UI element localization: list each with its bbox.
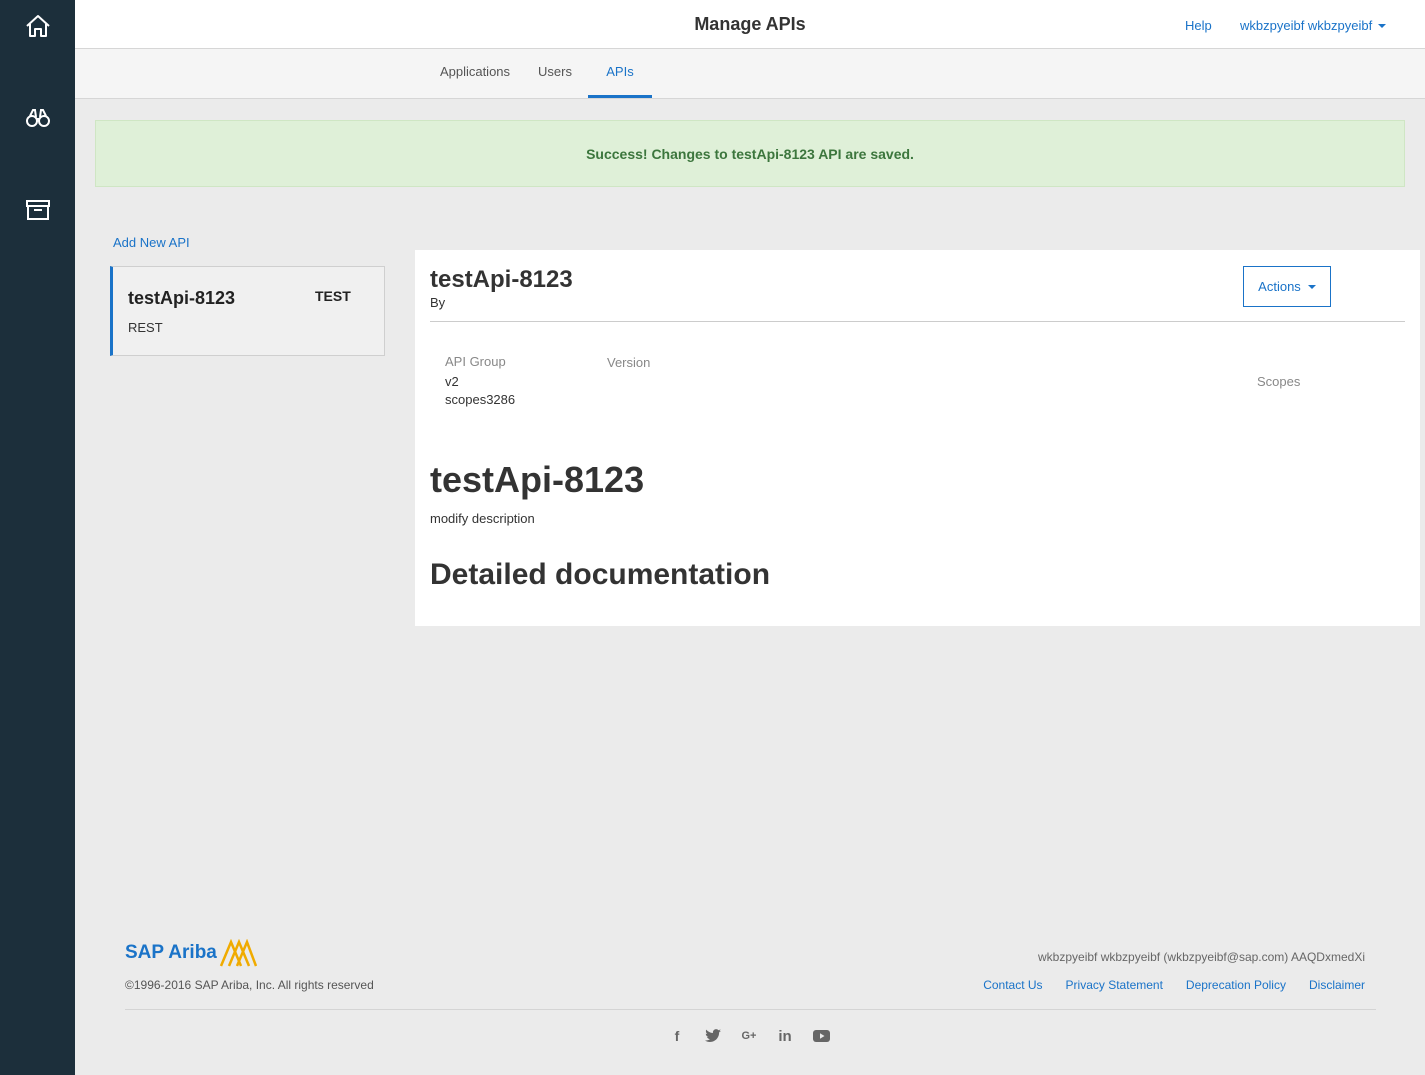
sap-ariba-logo: SAP Ariba [125,939,257,967]
top-bar: Manage APIs Help wkbzpyeibf wkbzpyeibf [75,0,1425,49]
facebook-icon[interactable]: f [668,1027,686,1045]
footer-links: Contact Us Privacy Statement Deprecation… [983,978,1365,992]
actions-label: Actions [1258,279,1301,294]
deprecation-policy-link[interactable]: Deprecation Policy [1186,978,1286,992]
tab-applications[interactable]: Applications [435,49,515,98]
caret-down-icon [1307,284,1316,289]
footer-divider [125,1009,1376,1010]
documentation-heading: Detailed documentation [430,558,771,591]
scopes-label: Scopes [1257,374,1301,389]
api-item-badge: TEST [315,288,351,304]
home-icon [26,15,50,37]
binoculars-icon [26,109,50,127]
version-label: Version [607,355,651,370]
twitter-icon[interactable] [704,1027,722,1045]
caret-down-icon [1378,23,1387,28]
google-plus-icon[interactable]: G+ [740,1027,758,1045]
privacy-statement-link[interactable]: Privacy Statement [1066,978,1163,992]
api-item-name: testApi-8123 [128,288,236,308]
linkedin-icon[interactable]: in [776,1027,794,1045]
youtube-icon[interactable] [812,1027,830,1045]
meta-value-1: v2 [445,374,459,389]
api-name-heading: testApi-8123 [430,459,645,500]
page-title: Manage APIs [694,14,806,34]
api-item-type: REST [128,320,163,335]
ariba-mark-icon [219,939,257,967]
alert-message: Success! Changes to testApi-8123 API are… [586,145,914,162]
sidebar [0,0,75,1075]
social-links: f G+ in [668,1027,830,1045]
help-link[interactable]: Help [1185,18,1212,33]
api-detail-title: testApi-8123 [430,266,573,293]
footer-user-info: wkbzpyeibf wkbzpyeibf (wkbzpyeibf@sap.co… [1038,950,1365,964]
api-description: modify description [430,511,535,526]
manage-button[interactable] [22,194,54,226]
copyright: ©1996-2016 SAP Ariba, Inc. All rights re… [125,978,374,992]
api-detail-panel: testApi-8123 By Actions API Group v2 sco… [415,250,1420,626]
api-detail-by: By [430,295,446,310]
success-alert: Success! Changes to testApi-8123 API are… [95,120,1405,187]
user-name: wkbzpyeibf wkbzpyeibf [1240,18,1373,33]
api-group-label: API Group [445,354,506,369]
divider [430,321,1405,322]
home-button[interactable] [22,10,54,42]
tab-apis[interactable]: APIs [588,49,652,98]
meta-value-2: scopes3286 [445,392,516,407]
actions-button[interactable]: Actions [1243,266,1331,307]
disclaimer-link[interactable]: Disclaimer [1309,978,1365,992]
contact-us-link[interactable]: Contact Us [983,978,1042,992]
add-new-api-link[interactable]: Add New API [113,235,190,250]
logo-wordmark: SAP Ariba [125,942,217,963]
tab-users[interactable]: Users [531,49,579,98]
archive-icon [26,200,50,220]
api-list-item[interactable]: testApi-8123 TEST REST [110,266,385,356]
discover-button[interactable] [22,102,54,134]
user-menu[interactable]: wkbzpyeibf wkbzpyeibf [1240,18,1387,33]
tab-bar: Applications Users APIs [75,49,1425,99]
